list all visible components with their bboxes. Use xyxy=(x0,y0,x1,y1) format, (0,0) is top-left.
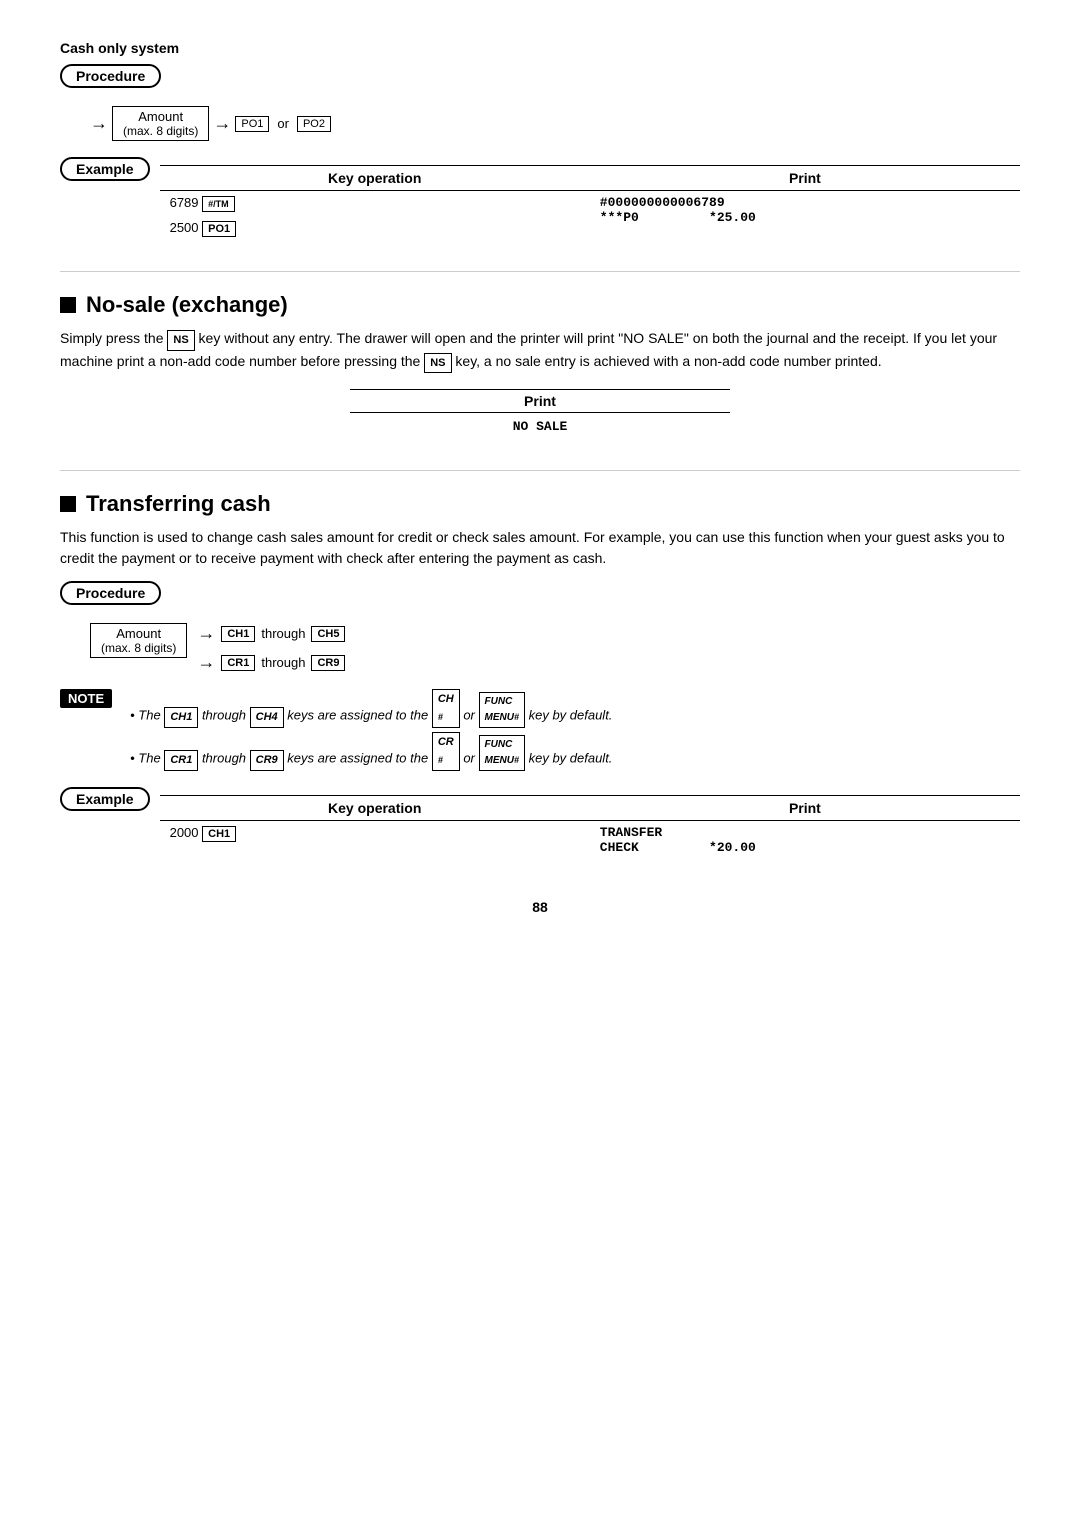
key-ch1: CH1 xyxy=(221,626,255,642)
key-cr9: CR9 xyxy=(311,655,345,671)
flow-arrow-ch: → xyxy=(197,623,215,644)
note-cr9: CR9 xyxy=(250,750,284,772)
transferring-cash-square xyxy=(60,496,76,512)
procedure-badge-2: Procedure xyxy=(60,581,161,605)
key-operation-header-2: Key operation xyxy=(160,796,590,821)
example-badge-2: Example xyxy=(60,787,150,811)
example-row-1: Example Key operation Print 6789 #/TM #0… xyxy=(60,157,1020,241)
example-table-1: Key operation Print 6789 #/TM #000000000… xyxy=(160,165,1020,241)
key-cr1: CR1 xyxy=(221,655,255,671)
no-sale-square xyxy=(60,297,76,313)
ns-key: NS xyxy=(167,330,194,351)
flow-container-2: Amount (max. 8 digits) → CH1 through CH5… xyxy=(90,623,1020,673)
print-header-1: Print xyxy=(590,166,1020,191)
no-sale-body: Simply press the NS key without any entr… xyxy=(60,328,1020,373)
key-ch5: CH5 xyxy=(311,626,345,642)
note-ch4: CH4 xyxy=(250,707,284,729)
procedure-flow-1: → Amount (max. 8 digits) → PO1 or PO2 xyxy=(90,106,1020,141)
note-line-1: • The CH1 through CH4 keys are assigned … xyxy=(130,689,612,728)
print-transfer-line2: CHECK *20.00 xyxy=(600,840,1010,855)
cash-only-system-title: Cash only system xyxy=(60,40,1020,56)
no-sale-heading: No-sale (exchange) xyxy=(60,292,1020,318)
flow-arrow-2: → xyxy=(213,113,231,134)
print-transfer-line1: TRANSFER xyxy=(600,825,1010,840)
example-table-2: Key operation Print 2000 CH1 TRANSFER CH… xyxy=(160,795,1020,859)
flow-or-1: or xyxy=(277,116,289,131)
key-box-ch1: CH1 xyxy=(202,826,236,842)
note-ch-key: CH# xyxy=(432,689,460,728)
note-cr-key: CR# xyxy=(432,732,460,771)
flow-through-cr: through xyxy=(261,655,305,670)
no-sale-section: No-sale (exchange) Simply press the NS k… xyxy=(60,292,1020,440)
print-line-1b: ***P0 *25.00 xyxy=(600,210,1010,225)
print-cell-transfer: TRANSFER CHECK *20.00 xyxy=(590,821,1020,860)
print-cell-1: #000000000006789 ***P0 *25.00 xyxy=(590,191,1020,242)
page-number: 88 xyxy=(60,899,1020,915)
amount-sublabel-2: (max. 8 digits) xyxy=(101,641,176,655)
note-content: • The CH1 through CH4 keys are assigned … xyxy=(130,689,612,771)
transferring-cash-body: This function is used to change cash sal… xyxy=(60,527,1020,569)
flow-arrow-1: → xyxy=(90,113,108,134)
flow-branches-2: → CH1 through CH5 → CR1 through CR9 xyxy=(197,623,345,673)
print-line-1a: #000000000006789 xyxy=(600,195,1010,210)
flow-amount-box-1: Amount (max. 8 digits) xyxy=(112,106,209,141)
no-sale-print-content: NO SALE xyxy=(350,413,730,440)
amount-sublabel-1: (max. 8 digits) xyxy=(123,124,198,138)
note-func-menu-2: FUNCMENU# xyxy=(479,735,525,771)
key-op-cell-2: 2500 PO1 xyxy=(160,216,590,241)
note-ch1: CH1 xyxy=(164,707,198,729)
transferring-cash-section: Transferring cash This function is used … xyxy=(60,491,1020,859)
flow-arrow-cr: → xyxy=(197,652,215,673)
no-sale-print-header: Print xyxy=(350,389,730,413)
procedure-badge-1: Procedure xyxy=(60,64,161,88)
flow-branch-cr: → CR1 through CR9 xyxy=(197,652,345,673)
note-container: NOTE • The CH1 through CH4 keys are assi… xyxy=(60,689,1020,771)
key-value-1: 6789 xyxy=(170,195,203,210)
no-sale-title: No-sale (exchange) xyxy=(86,292,288,318)
no-sale-print-area: Print NO SALE xyxy=(60,389,1020,440)
amount-label-1: Amount xyxy=(123,109,198,124)
transferring-cash-title: Transferring cash xyxy=(86,491,271,517)
example-badge-1: Example xyxy=(60,157,150,181)
ns-key-2: NS xyxy=(424,353,451,374)
no-sale-print-box: Print NO SALE xyxy=(350,389,730,440)
key-op-cell-1: 6789 #/TM xyxy=(160,191,590,217)
note-func-menu-1: FUNCMENU# xyxy=(479,692,525,728)
amount-label-2: Amount xyxy=(101,626,176,641)
note-badge: NOTE xyxy=(60,689,112,708)
flow-left-2: Amount (max. 8 digits) xyxy=(90,623,187,658)
key-box-po1: PO1 xyxy=(202,221,236,237)
key-box-tm: #/TM xyxy=(202,196,235,212)
flow-key-po1: PO1 xyxy=(235,116,269,132)
print-header-2: Print xyxy=(590,796,1020,821)
flow-branch-ch: → CH1 through CH5 xyxy=(197,623,345,644)
flow-through-ch: through xyxy=(261,626,305,641)
note-cr1: CR1 xyxy=(164,750,198,772)
procedure-flow-2: Amount (max. 8 digits) → CH1 through CH5… xyxy=(90,623,1020,673)
example-row-2: Example Key operation Print 2000 CH1 TRA… xyxy=(60,787,1020,859)
note-line-2: • The CR1 through CR9 keys are assigned … xyxy=(130,732,612,771)
key-op-cell-transfer: 2000 CH1 xyxy=(160,821,590,860)
flow-amount-box-2: Amount (max. 8 digits) xyxy=(90,623,187,658)
key-value-transfer: 2000 xyxy=(170,825,203,840)
key-operation-header-1: Key operation xyxy=(160,166,590,191)
cash-only-system-section: Cash only system Procedure → Amount (max… xyxy=(60,40,1020,241)
example-row-transfer: 2000 CH1 TRANSFER CHECK *20.00 xyxy=(160,821,1020,860)
key-value-2: 2500 xyxy=(170,220,203,235)
flow-key-po2: PO2 xyxy=(297,116,331,132)
example-row-entry-1: 6789 #/TM #000000000006789 ***P0 *25.00 xyxy=(160,191,1020,217)
transferring-cash-heading: Transferring cash xyxy=(60,491,1020,517)
